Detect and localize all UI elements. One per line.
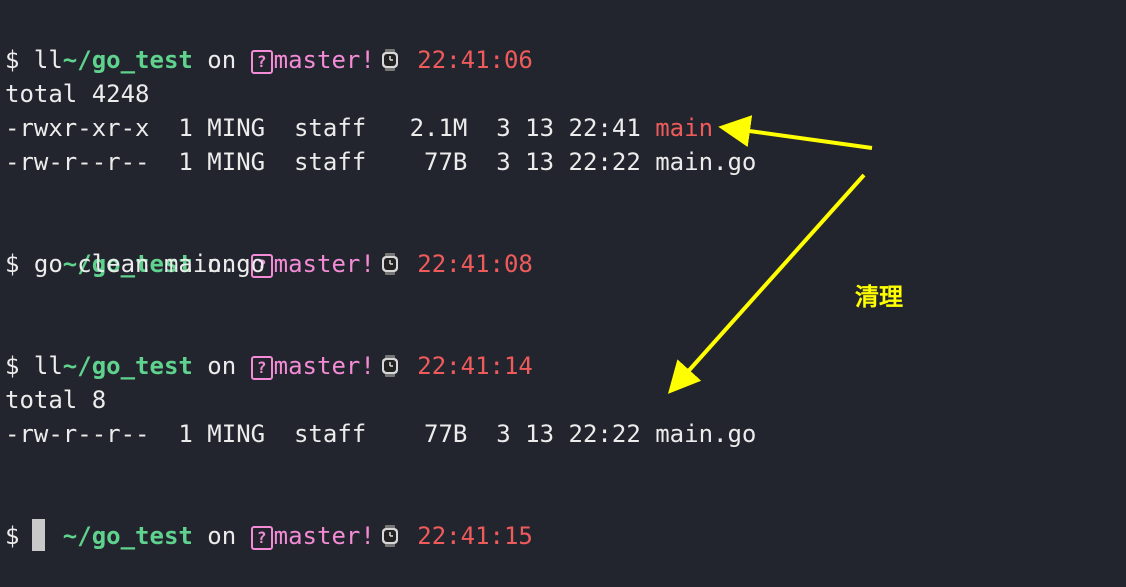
watch-icon [381, 253, 398, 275]
git-branch: master! [273, 352, 375, 380]
prompt-on: on [207, 46, 237, 74]
command-line[interactable]: $ [5, 519, 46, 553]
file-name: main.go [655, 420, 757, 448]
command-line: $ ll [5, 349, 63, 383]
prompt-line: ~/go_test on ? master! 22:41:06 [5, 9, 533, 74]
prompt-symbol: $ [5, 352, 20, 380]
prompt-symbol: $ [5, 46, 20, 74]
prompt-line: ~/go_test on ? master! 22:41:14 [5, 315, 533, 380]
git-untracked-badge: ? [250, 356, 273, 380]
output-total: total 4248 [5, 80, 150, 108]
prompt-symbol: $ [5, 522, 20, 550]
prompt-time: 22:41:08 [417, 250, 533, 278]
watch-icon [381, 525, 398, 547]
terminal-window[interactable]: ~/go_test on ? master! 22:41:06 $ ll tota… [0, 0, 1126, 556]
file-meta: -rw-r--r-- 1 MING staff 77B 3 13 22:22 [5, 420, 656, 448]
command-line: $ ll [5, 43, 63, 77]
git-untracked-badge: ? [250, 50, 273, 74]
git-untracked-badge: ? [250, 526, 273, 550]
git-branch: master! [273, 46, 375, 74]
file-row: -rw-r--r-- 1 MING staff 77B 3 13 22:22 m… [5, 145, 756, 179]
file-row: -rw-r--r-- 1 MING staff 77B 3 13 22:22 m… [5, 417, 756, 451]
prompt-time: 22:41:14 [417, 352, 533, 380]
file-name: main [655, 114, 714, 142]
prompt-dir: ~/go_test [62, 352, 193, 380]
prompt-time: 22:41:06 [417, 46, 533, 74]
prompt-line: ~/go_test on ? master! 22:41:15 [5, 485, 533, 550]
prompt-on: on [207, 522, 237, 550]
git-branch: master! [273, 250, 375, 278]
prompt-symbol: $ [5, 250, 20, 278]
command-line: $ go clean main.go [5, 247, 265, 281]
prompt-dir: ~/go_test [62, 522, 193, 550]
file-name: main.go [655, 148, 757, 176]
watch-icon [381, 49, 398, 71]
prompt-on: on [207, 352, 237, 380]
file-meta: -rw-r--r-- 1 MING staff 77B 3 13 22:22 [5, 148, 656, 176]
prompt-time: 22:41:15 [417, 522, 533, 550]
prompt-dir: ~/go_test [62, 46, 193, 74]
command-text: go clean main.go [33, 250, 266, 278]
command-text: ll [33, 46, 63, 74]
terminal-cursor[interactable] [32, 519, 46, 551]
file-row: -rwxr-xr-x 1 MING staff 2.1M 3 13 22:41 … [5, 111, 713, 145]
file-meta: -rwxr-xr-x 1 MING staff 2.1M 3 13 22:41 [5, 114, 656, 142]
output-total: total 8 [5, 386, 107, 414]
git-branch: master! [273, 522, 375, 550]
watch-icon [381, 355, 398, 377]
command-text: ll [33, 352, 63, 380]
prompt-line: ~/go_test on ? master! 22:41:08 [5, 213, 533, 278]
